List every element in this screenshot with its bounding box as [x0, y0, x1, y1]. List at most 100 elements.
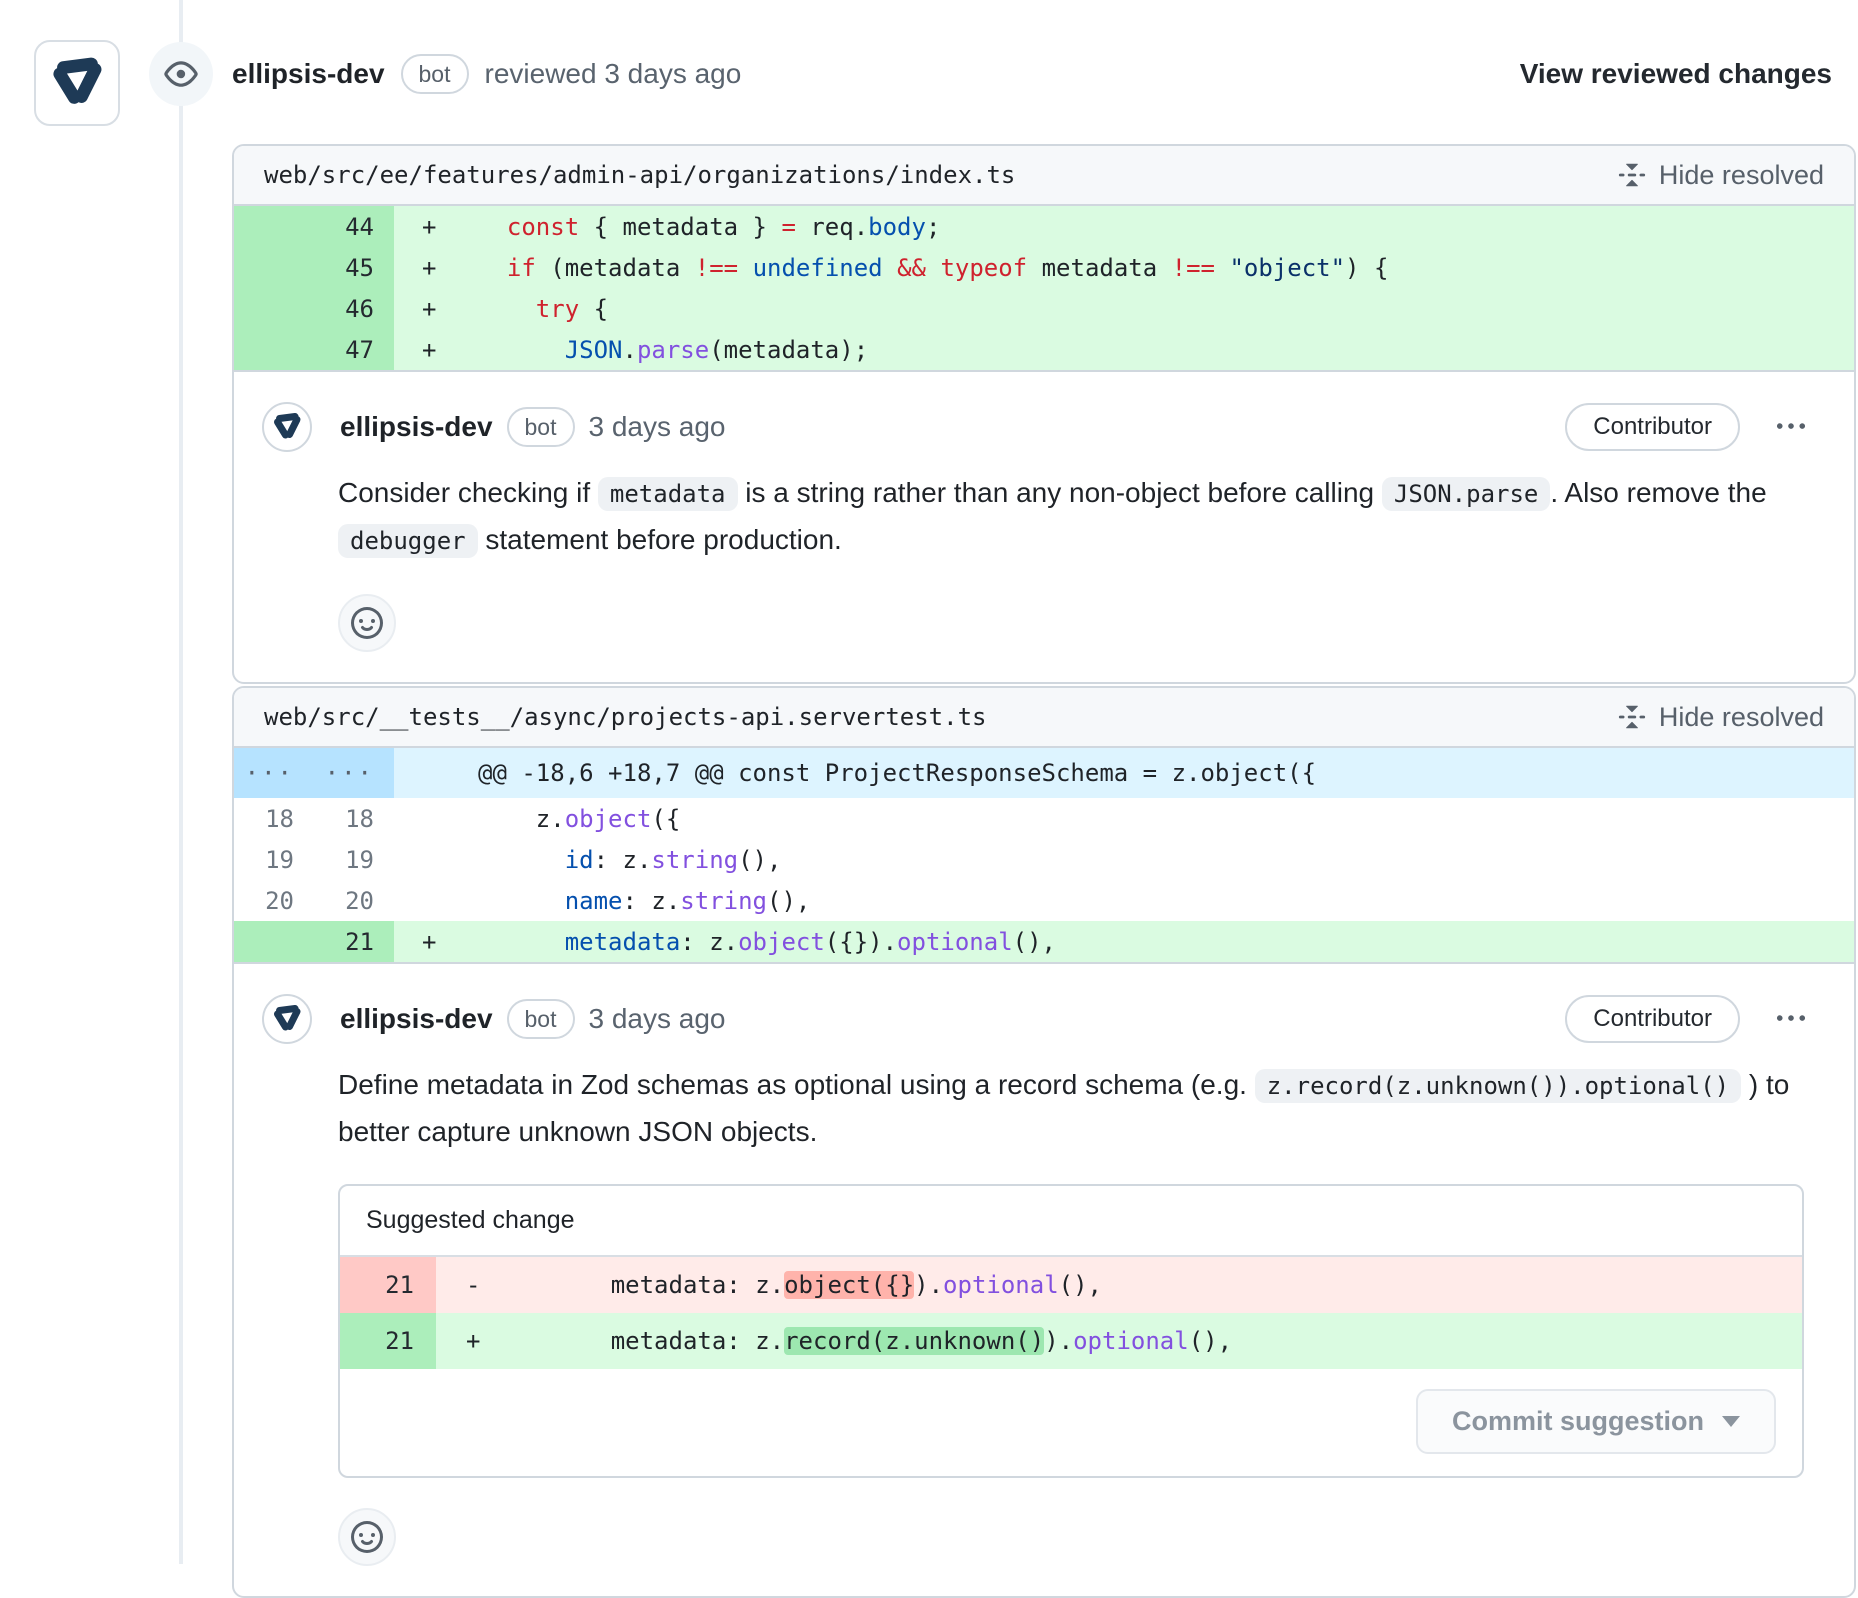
inline-code: JSON.parse	[1382, 477, 1551, 511]
code-token: optional	[1073, 1327, 1189, 1355]
code-token: parse	[637, 336, 709, 364]
diff-code: + metadata: z.object({}).optional(),	[394, 921, 1854, 962]
commit-suggestion-label: Commit suggestion	[1452, 1406, 1704, 1437]
code-token: undefined	[753, 254, 883, 282]
diff-code: @@ -18,6 +18,7 @@ const ProjectResponseS…	[394, 748, 1854, 798]
line-number-new: ···	[314, 748, 394, 798]
review-thread-card-2: web/src/__tests__/async/projects-api.ser…	[232, 686, 1856, 1598]
code-token: .	[623, 336, 637, 364]
suggestion-diff-line: 21- metadata: z.object({}).optional(),	[340, 1257, 1802, 1313]
code-token: "object"	[1229, 254, 1345, 282]
comment-body: Define metadata in Zod schemas as option…	[338, 1062, 1804, 1154]
ellipsis-logo-icon	[271, 411, 303, 443]
diff-code: id: z.string(),	[394, 839, 1854, 880]
suggested-change-diff: 21- metadata: z.object({}).optional(),21…	[340, 1257, 1802, 1369]
comment-timestamp[interactable]: 3 days ago	[589, 1003, 726, 1035]
diff-sign: -	[436, 1271, 524, 1299]
code-token: (),	[1189, 1327, 1232, 1355]
kebab-horizontal-icon	[1776, 412, 1806, 442]
diff-code: + if (metadata !== undefined && typeof m…	[394, 247, 1854, 288]
comment-timestamp[interactable]: 3 days ago	[589, 411, 726, 443]
code-token: (),	[1059, 1271, 1102, 1299]
diff-code: z.object({	[394, 798, 1854, 839]
code-token: : z.	[623, 887, 681, 915]
code-token: z.	[478, 805, 565, 833]
file-path[interactable]: web/src/__tests__/async/projects-api.ser…	[264, 703, 986, 731]
comment-header: ellipsis-dev bot 3 days ago Contributor	[262, 402, 1822, 452]
comment-menu-button[interactable]	[1776, 412, 1806, 442]
diff-line: ······@@ -18,6 +18,7 @@ const ProjectRes…	[234, 748, 1854, 798]
review-meta: reviewed 3 days ago	[485, 58, 742, 90]
kebab-horizontal-icon	[1776, 1004, 1806, 1034]
code-token: : z.	[594, 846, 652, 874]
suggested-change-title: Suggested change	[340, 1186, 1802, 1257]
review-eye-badge	[149, 42, 213, 106]
diff-code: + JSON.parse(metadata);	[394, 329, 1854, 370]
code-token: ;	[926, 213, 940, 241]
line-number-new: 46	[314, 288, 394, 329]
code-token: : z.	[680, 928, 738, 956]
line-number-new: 44	[314, 206, 394, 247]
fold-icon	[1617, 160, 1647, 190]
hide-resolved-button[interactable]: Hide resolved	[1617, 160, 1824, 191]
code-token: =	[781, 213, 795, 241]
diff-line: 1818 z.object({	[234, 798, 1854, 839]
add-reaction-button[interactable]	[338, 1508, 396, 1566]
suggested-change-footer: Commit suggestion	[340, 1369, 1802, 1476]
smiley-icon	[351, 607, 383, 639]
view-reviewed-changes-link[interactable]: View reviewed changes	[1520, 58, 1832, 90]
add-reaction-button[interactable]	[338, 594, 396, 652]
code-token: {	[579, 295, 608, 323]
code-token	[1215, 254, 1229, 282]
code-token	[478, 887, 565, 915]
code-token: ).	[1044, 1327, 1073, 1355]
comment-avatar[interactable]	[262, 994, 312, 1044]
comment-author[interactable]: ellipsis-dev	[340, 1003, 493, 1035]
commit-suggestion-button[interactable]: Commit suggestion	[1416, 1389, 1776, 1454]
diff-sign: +	[394, 213, 478, 241]
line-number-new: 18	[314, 798, 394, 839]
code-token: if	[507, 254, 536, 282]
comment-body: Consider checking if metadata is a strin…	[338, 470, 1804, 564]
code-token: ).	[914, 1271, 943, 1299]
code-token: object	[738, 928, 825, 956]
diff-line: 2020 name: z.string(),	[234, 880, 1854, 921]
code-token: JSON	[565, 336, 623, 364]
suggestion-code: + metadata: z.record(z.unknown()).option…	[436, 1313, 1802, 1369]
code-token	[738, 254, 752, 282]
avatar[interactable]	[34, 40, 120, 126]
fold-icon	[1617, 702, 1647, 732]
timeline-line	[179, 0, 183, 1564]
file-path[interactable]: web/src/ee/features/admin-api/organizati…	[264, 161, 1015, 189]
hide-resolved-label: Hide resolved	[1659, 160, 1824, 191]
line-number-new: 45	[314, 247, 394, 288]
hide-resolved-button[interactable]: Hide resolved	[1617, 702, 1824, 733]
inline-code: z.record(z.unknown()).optional()	[1255, 1069, 1741, 1103]
suggestion-diff-line: 21+ metadata: z.record(z.unknown()).opti…	[340, 1313, 1802, 1369]
review-header: ellipsis-dev bot reviewed 3 days ago	[232, 54, 741, 94]
diff-sign: +	[394, 254, 478, 282]
code-token: object	[565, 805, 652, 833]
code-token: ({}).	[825, 928, 897, 956]
comment-menu-button[interactable]	[1776, 1004, 1806, 1034]
code-token: (metadata);	[709, 336, 868, 364]
diff-sign: +	[394, 295, 478, 323]
code-token: !==	[1172, 254, 1215, 282]
comment-avatar[interactable]	[262, 402, 312, 452]
code-token: metadata: z.	[524, 1327, 784, 1355]
line-number-old	[234, 921, 314, 962]
code-token: body	[868, 213, 926, 241]
code-token	[478, 295, 536, 323]
code-token	[478, 928, 565, 956]
code-token: optional	[943, 1271, 1059, 1299]
hide-resolved-label: Hide resolved	[1659, 702, 1824, 733]
code-token	[478, 254, 507, 282]
code-token	[478, 336, 565, 364]
line-number-old: ···	[234, 748, 314, 798]
diff-block: 44+ const { metadata } = req.body;45+ if…	[234, 206, 1854, 370]
comment-author[interactable]: ellipsis-dev	[340, 411, 493, 443]
diff-code: + try {	[394, 288, 1854, 329]
diff-code: + const { metadata } = req.body;	[394, 206, 1854, 247]
ellipsis-logo-icon	[48, 54, 106, 112]
review-author[interactable]: ellipsis-dev	[232, 58, 385, 90]
